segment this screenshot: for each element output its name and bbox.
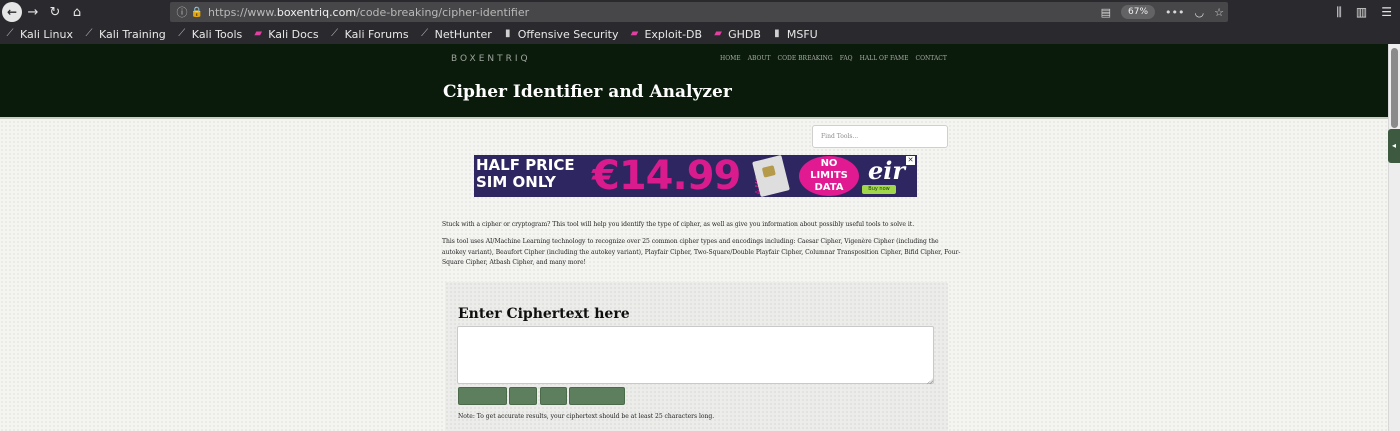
menu-item-home[interactable]: HOME: [720, 55, 741, 62]
menu-item-hall-of-fame[interactable]: HALL OF FAME: [860, 55, 909, 62]
bookmark-label: Kali Tools: [191, 27, 243, 41]
reload-icon[interactable]: ↻: [44, 1, 66, 23]
bookmark-label: NetHunter: [434, 27, 492, 41]
ad-headline: HALF PRICE SIM ONLY: [476, 157, 575, 191]
top-menu: HOME ABOUT CODE BREAKING FAQ HALL OF FAM…: [720, 55, 947, 62]
reader-view-icon[interactable]: ▤: [1101, 6, 1111, 19]
bookmark-label: Exploit-DB: [644, 27, 703, 41]
pink-doc-icon: ▰: [630, 28, 639, 39]
bookmark-label: MSFU: [786, 27, 818, 41]
kali-dragon-icon: ⟋: [85, 28, 93, 39]
length-note: Note: To get accurate results, your ciph…: [458, 413, 715, 420]
ad-brand-logo: eir: [868, 156, 906, 185]
site-header: BOXENTRIQ HOME ABOUT CODE BREAKING FAQ H…: [0, 44, 1388, 117]
url-prefix: https://www.: [208, 5, 277, 19]
page-title: Cipher Identifier and Analyzer: [443, 82, 732, 102]
panel-button-3[interactable]: [540, 387, 567, 405]
sidebar-icon[interactable]: ▥: [1356, 5, 1367, 19]
url-domain: boxentriq.com: [276, 5, 357, 19]
pocket-icon[interactable]: ◡: [1195, 6, 1205, 19]
doc-icon: ▮: [504, 28, 511, 39]
forward-arrow-icon[interactable]: →: [22, 1, 44, 23]
bookmark-kali-forums[interactable]: ⟋ Kali Forums: [329, 27, 409, 41]
menu-item-code-breaking[interactable]: CODE BREAKING: [778, 55, 833, 62]
bookmark-offensive-security[interactable]: ▮ Offensive Security: [502, 27, 619, 41]
back-arrow-icon[interactable]: ←: [2, 2, 22, 22]
sim-chip: [761, 165, 776, 178]
ad-close-icon[interactable]: ✕: [906, 156, 915, 165]
bookmark-star-icon[interactable]: ☆: [1214, 6, 1224, 19]
hamburger-menu-icon[interactable]: ☰: [1381, 5, 1392, 19]
ad-banner[interactable]: HALF PRICE SIM ONLY €14.99 A MONTH NO LI…: [474, 155, 917, 197]
bookmark-kali-docs[interactable]: ▰ Kali Docs: [252, 28, 318, 41]
ad-line-2: SIM ONLY: [476, 173, 556, 191]
intro-paragraph-2: This tool uses AI/Machine Learning techn…: [442, 238, 961, 266]
bookmark-exploit-db[interactable]: ▰ Exploit-DB: [628, 28, 702, 41]
bookmark-kali-training[interactable]: ⟋ Kali Training: [83, 28, 166, 41]
url-path: /code-breaking/cipher-identifier: [356, 5, 530, 19]
scrollbar-thumb[interactable]: [1391, 48, 1398, 128]
zoom-level-badge[interactable]: 67%: [1121, 5, 1156, 19]
browser-menu-area: ⫼ ▥ ☰: [1336, 0, 1392, 24]
page-viewport: BOXENTRIQ HOME ABOUT CODE BREAKING FAQ H…: [0, 44, 1388, 431]
site-logo[interactable]: BOXENTRIQ: [451, 54, 531, 64]
ad-badge-text: NO LIMITS DATA: [799, 158, 859, 194]
page-actions-icon[interactable]: •••: [1165, 6, 1184, 19]
resize-grip-icon[interactable]: [927, 378, 933, 384]
bookmarks-toolbar: ⟋ Kali Linux ⟋ Kali Training ⟋ Kali Tools ▰…: [0, 24, 1400, 44]
ciphertext-heading: Enter Ciphertext here: [458, 306, 630, 322]
bookmark-label: Kali Docs: [268, 27, 319, 41]
pink-doc-icon: ▰: [254, 28, 263, 39]
kali-dragon-icon: ⟋: [6, 28, 14, 39]
bookmark-msfu[interactable]: ▮ MSFU: [771, 28, 818, 41]
bookmark-label: Kali Linux: [20, 27, 74, 41]
url-bar-actions: ▤ 67% ••• ◡ ☆: [1101, 2, 1224, 22]
bookmark-label: Kali Forums: [344, 27, 409, 41]
ciphertext-input[interactable]: [457, 326, 934, 384]
bookmark-nethunter[interactable]: ⟋ NetHunter: [419, 28, 492, 41]
ad-line-1: HALF PRICE: [476, 156, 575, 174]
panel-button-4[interactable]: [569, 387, 625, 405]
url-text[interactable]: https://www.boxentriq.com/code-breaking/…: [208, 6, 529, 19]
ad-buy-now-button[interactable]: Buy now: [862, 185, 896, 194]
url-bar[interactable]: ⓘ 🔒 https://www.boxentriq.com/code-break…: [170, 2, 1228, 22]
doc-icon: ▮: [774, 28, 780, 39]
bookmark-kali-tools[interactable]: ⟋ Kali Tools: [176, 28, 242, 41]
ad-badge-line-3: DATA: [814, 182, 844, 193]
bookmark-kali-linux[interactable]: ⟋ Kali Linux: [4, 27, 74, 41]
intro-paragraph-1: Stuck with a cipher or cryptogram? This …: [442, 221, 915, 228]
kali-dragon-icon: ⟋: [421, 28, 429, 39]
side-feedback-tab[interactable]: ◂: [1388, 129, 1400, 163]
home-icon[interactable]: ⌂: [66, 1, 88, 23]
lock-icon[interactable]: 🔒: [190, 7, 204, 18]
bookmark-label: GHDB: [728, 27, 761, 41]
analyze-button[interactable]: [458, 387, 507, 405]
menu-item-about[interactable]: ABOUT: [748, 55, 771, 62]
menu-item-contact[interactable]: CONTACT: [916, 55, 947, 62]
panel-button-2[interactable]: [509, 387, 537, 405]
bookmark-ghdb[interactable]: ▰ GHDB: [712, 28, 761, 41]
library-icon[interactable]: ⫼: [1336, 5, 1342, 20]
menu-item-faq[interactable]: FAQ: [840, 55, 853, 62]
kali-dragon-icon: ⟋: [331, 28, 339, 39]
pink-doc-icon: ▰: [714, 28, 722, 39]
ad-badge-line-2: LIMITS: [810, 170, 848, 181]
kali-dragon-icon: ⟋: [178, 28, 186, 39]
bookmark-label: Offensive Security: [517, 27, 619, 41]
header-divider: [0, 117, 1388, 119]
ad-price: €14.99: [592, 155, 741, 197]
info-icon[interactable]: ⓘ: [174, 4, 190, 20]
browser-toolbar: ← → ↻ ⌂ ⓘ 🔒 https://www.boxentriq.com/co…: [0, 0, 1400, 24]
page-scrollbar[interactable]: [1388, 44, 1400, 431]
bookmark-label: Kali Training: [99, 27, 166, 41]
find-tools-input[interactable]: [812, 125, 948, 148]
ad-badge-line-1: NO: [820, 158, 838, 169]
